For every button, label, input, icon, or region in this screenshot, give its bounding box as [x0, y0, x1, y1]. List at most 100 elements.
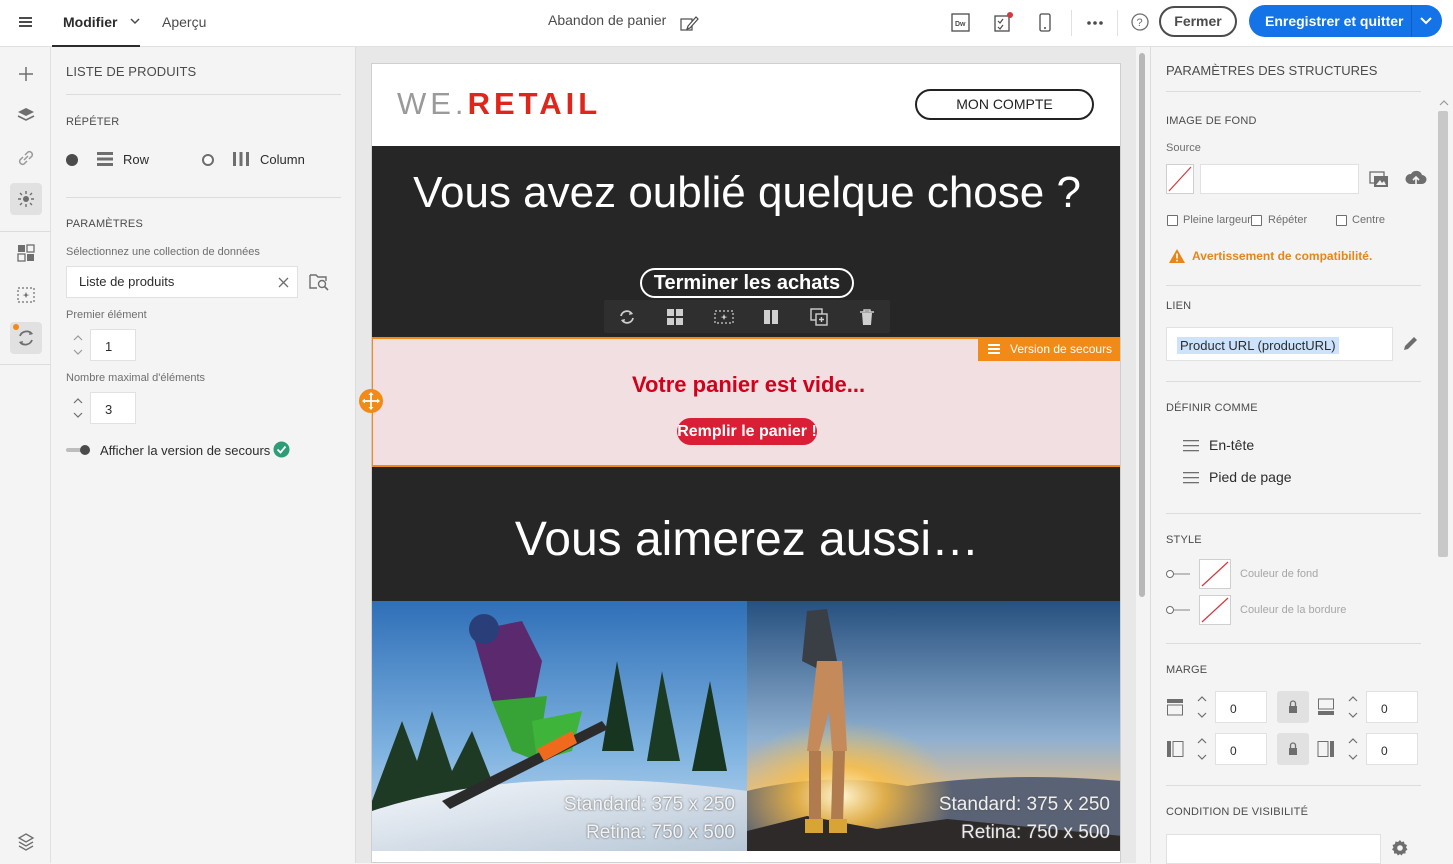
margin-left-stepper[interactable]: 0	[1189, 733, 1267, 765]
margin-right-stepper[interactable]: 0	[1340, 733, 1418, 765]
hero-title: Vous avez oublié quelque chose ?	[413, 168, 1081, 217]
hero-section[interactable]: Vous avez oublié quelque chose ? Termine…	[372, 146, 1120, 337]
fallback-badge: Version de secours	[978, 337, 1120, 361]
edit-link-icon[interactable]	[1401, 335, 1419, 353]
stepper-arrows-icon[interactable]	[66, 329, 90, 361]
save-and-quit-button[interactable]: Enregistrer et quitter	[1249, 5, 1442, 37]
check-circle-icon	[273, 441, 290, 458]
gear-icon[interactable]	[1391, 839, 1409, 857]
visibility-condition-input[interactable]	[1166, 834, 1381, 864]
brand-logo: WE.RETAIL	[397, 86, 601, 122]
layer-navigator-icon[interactable]	[15, 830, 37, 852]
chevron-down-icon[interactable]	[130, 18, 140, 25]
canvas-scrollbar[interactable]	[1136, 47, 1150, 863]
first-element-value[interactable]: 1	[90, 329, 136, 361]
structures-icon[interactable]	[15, 242, 37, 264]
link-input[interactable]: Product URL (productURL)	[1166, 327, 1393, 361]
finish-shopping-button[interactable]: Terminer les achats	[640, 268, 854, 298]
fragments-icon[interactable]	[15, 284, 37, 306]
radio-column[interactable]	[202, 154, 214, 166]
stepper-arrows-icon[interactable]	[1340, 691, 1366, 723]
checklist-icon[interactable]	[992, 12, 1014, 34]
layers-icon[interactable]	[15, 105, 37, 127]
image-browse-icon[interactable]	[1369, 170, 1389, 188]
first-element-stepper[interactable]: 1	[66, 329, 136, 361]
compatibility-warning-link[interactable]: Avertissement de compatibilité.	[1192, 249, 1372, 263]
edit-title-icon[interactable]	[680, 13, 700, 33]
clear-icon[interactable]	[278, 277, 289, 288]
add-icon[interactable]	[15, 63, 37, 85]
logo-retail: RETAIL	[467, 86, 602, 121]
personalization-icon[interactable]	[10, 183, 42, 215]
snowboarder-image[interactable]: Standard: 375 x 250 Retina: 750 x 500	[372, 601, 747, 851]
margin-right-icon	[1317, 740, 1335, 758]
bg-color-swatch[interactable]	[1199, 559, 1231, 589]
stepper-arrows-icon[interactable]	[1189, 733, 1215, 765]
menu-icon[interactable]	[17, 14, 35, 30]
dynamic-content-icon[interactable]	[10, 322, 42, 354]
collection-select[interactable]: Liste de produits	[66, 266, 298, 298]
scrollbar-thumb[interactable]	[1139, 53, 1145, 597]
bg-color-toggle[interactable]	[1166, 570, 1190, 578]
move-handle-icon[interactable]	[359, 389, 383, 413]
divider	[1166, 643, 1421, 644]
fragment-tool-icon[interactable]	[714, 308, 734, 326]
lock-margin-button[interactable]	[1277, 733, 1309, 765]
tab-modifier[interactable]: Modifier	[52, 0, 140, 47]
max-elements-value[interactable]: 3	[90, 392, 136, 424]
fallback-toggle-label: Afficher la version de secours	[100, 443, 271, 458]
style-section-title: STYLE	[1166, 534, 1202, 546]
columns-tool-icon[interactable]	[762, 308, 780, 326]
bg-image-source-input[interactable]	[1200, 164, 1359, 194]
fallback-toggle[interactable]	[66, 445, 92, 455]
center-checkbox[interactable]	[1336, 215, 1347, 226]
recommendations-header[interactable]: Vous aimerez aussi…	[372, 467, 1120, 601]
margin-left-value[interactable]: 0	[1215, 733, 1267, 765]
dynamic-content-tool-icon[interactable]	[618, 308, 636, 326]
tab-apercu[interactable]: Aperçu	[162, 14, 206, 30]
delete-tool-icon[interactable]	[858, 308, 876, 326]
lock-margin-button[interactable]	[1277, 691, 1309, 723]
repeat-checkbox[interactable]	[1251, 215, 1262, 226]
duplicate-tool-icon[interactable]	[810, 308, 828, 326]
border-color-toggle[interactable]	[1166, 606, 1190, 614]
margin-top-stepper[interactable]: 0	[1189, 691, 1267, 723]
radio-row[interactable]	[66, 154, 78, 166]
stepper-arrows-icon[interactable]	[66, 392, 90, 424]
margin-section-title: MARGE	[1166, 664, 1208, 676]
dreamweaver-icon[interactable]: Dw	[950, 12, 972, 34]
stepper-arrows-icon[interactable]	[1340, 733, 1366, 765]
help-icon[interactable]: ?	[1130, 12, 1150, 32]
fill-cart-button[interactable]: Remplir le panier !	[677, 418, 817, 445]
panel-scrollbar[interactable]	[1436, 47, 1453, 863]
max-elements-stepper[interactable]: 3	[66, 392, 136, 424]
upload-icon[interactable]	[1405, 169, 1427, 187]
warning-icon	[1168, 248, 1186, 264]
email-body[interactable]: WE.RETAIL MON COMPTE Vous avez oublié qu…	[371, 63, 1121, 863]
full-width-checkbox[interactable]	[1167, 215, 1178, 226]
stepper-arrows-icon[interactable]	[1189, 691, 1215, 723]
close-button[interactable]: Fermer	[1159, 6, 1237, 37]
margin-bottom-stepper[interactable]: 0	[1340, 691, 1418, 723]
margin-bottom-value[interactable]: 0	[1366, 691, 1418, 723]
scroll-up-icon[interactable]	[1436, 97, 1453, 109]
first-element-label: Premier élément	[66, 309, 147, 321]
divider	[1166, 285, 1421, 286]
hiker-image[interactable]: Standard: 375 x 250 Retina: 750 x 500	[747, 601, 1120, 851]
margin-right-value[interactable]: 0	[1366, 733, 1418, 765]
border-color-swatch[interactable]	[1199, 595, 1231, 625]
divider	[66, 197, 341, 198]
scrollbar-thumb[interactable]	[1438, 111, 1448, 557]
mobile-preview-icon[interactable]	[1035, 12, 1055, 34]
browse-collection-icon[interactable]	[308, 272, 330, 292]
structure-tool-icon[interactable]	[666, 308, 684, 326]
bg-image-swatch[interactable]	[1166, 164, 1194, 194]
my-account-button[interactable]: MON COMPTE	[915, 89, 1094, 120]
define-header-label: En-tête	[1209, 437, 1255, 453]
margin-top-value[interactable]: 0	[1215, 691, 1267, 723]
save-options-chevron-icon[interactable]	[1419, 16, 1433, 26]
link-icon[interactable]	[15, 147, 37, 169]
fallback-section[interactable]: Version de secours Votre panier est vide…	[372, 337, 1120, 467]
panel-title: PARAMÈTRES DES STRUCTURES	[1166, 63, 1378, 78]
more-icon[interactable]	[1085, 14, 1105, 32]
